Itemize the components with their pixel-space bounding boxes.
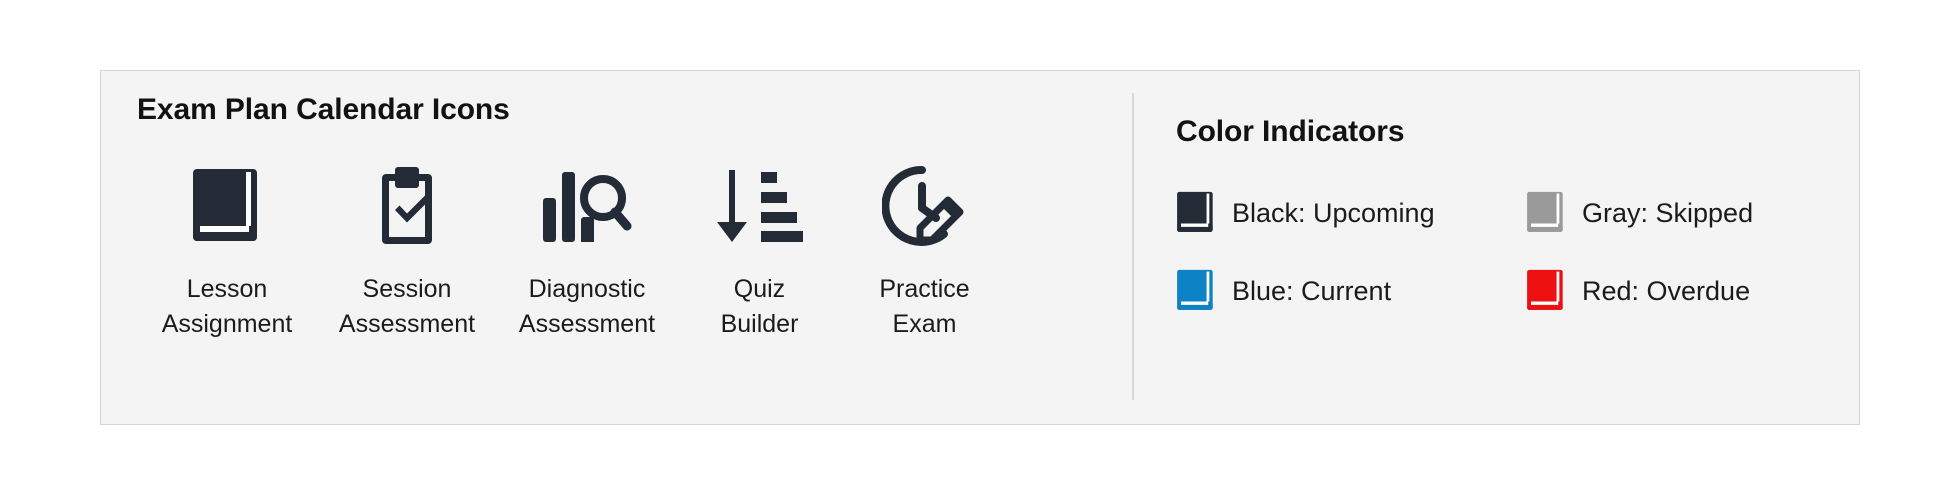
book-icon [1526, 188, 1566, 238]
color-indicator-black-upcoming[interactable]: Black: Upcoming [1176, 188, 1496, 238]
color-indicators-grid: Black: Upcoming Gray: Skipped Blue: Curr… [1176, 188, 1859, 316]
icon-legend-label: Diagnostic Assessment [518, 275, 656, 338]
icon-legend-item-lesson-assignment[interactable]: Lesson Assignment [137, 164, 317, 341]
color-indicator-red-overdue[interactable]: Red: Overdue [1526, 266, 1859, 316]
icon-legend-label: Lesson Assignment [161, 275, 293, 338]
icon-legend-label: Quiz Builder [720, 275, 799, 338]
icon-legend-row: Lesson Assignment Session Assessment Dia… [137, 164, 1132, 341]
exam-plan-icons-section: Exam Plan Calendar Icons Lesson Assignme… [101, 71, 1132, 424]
icon-legend-item-practice-exam[interactable]: Practice Exam [842, 164, 1007, 341]
book-icon [191, 164, 263, 250]
chart-search-icon [541, 164, 633, 250]
icon-legend-item-quiz-builder[interactable]: Quiz Builder [677, 164, 842, 341]
book-icon [1526, 266, 1566, 316]
icon-legend-label: Session Assessment [338, 275, 476, 338]
book-icon [1176, 188, 1216, 238]
book-icon [1176, 266, 1216, 316]
color-indicator-blue-current[interactable]: Blue: Current [1176, 266, 1496, 316]
color-indicator-label: Red: Overdue [1582, 275, 1751, 306]
color-indicator-label: Black: Upcoming [1232, 197, 1435, 228]
exam-plan-icons-title: Exam Plan Calendar Icons [137, 93, 510, 126]
color-indicators-section: Color Indicators Black: Upcoming Gray: S… [1132, 93, 1859, 400]
color-indicator-gray-skipped[interactable]: Gray: Skipped [1526, 188, 1859, 238]
color-indicators-title: Color Indicators [1176, 115, 1405, 148]
icon-legend-label: Practice Exam [879, 275, 970, 338]
sort-amount-down-icon [716, 164, 803, 250]
icon-legend-item-diagnostic-assessment[interactable]: Diagnostic Assessment [497, 164, 677, 341]
clock-pencil-icon [881, 164, 968, 250]
clipboard-check-icon [373, 164, 441, 250]
icon-legend-item-session-assessment[interactable]: Session Assessment [317, 164, 497, 341]
legend-panel: Exam Plan Calendar Icons Lesson Assignme… [100, 70, 1860, 425]
color-indicator-label: Gray: Skipped [1582, 197, 1754, 228]
color-indicator-label: Blue: Current [1232, 275, 1392, 306]
